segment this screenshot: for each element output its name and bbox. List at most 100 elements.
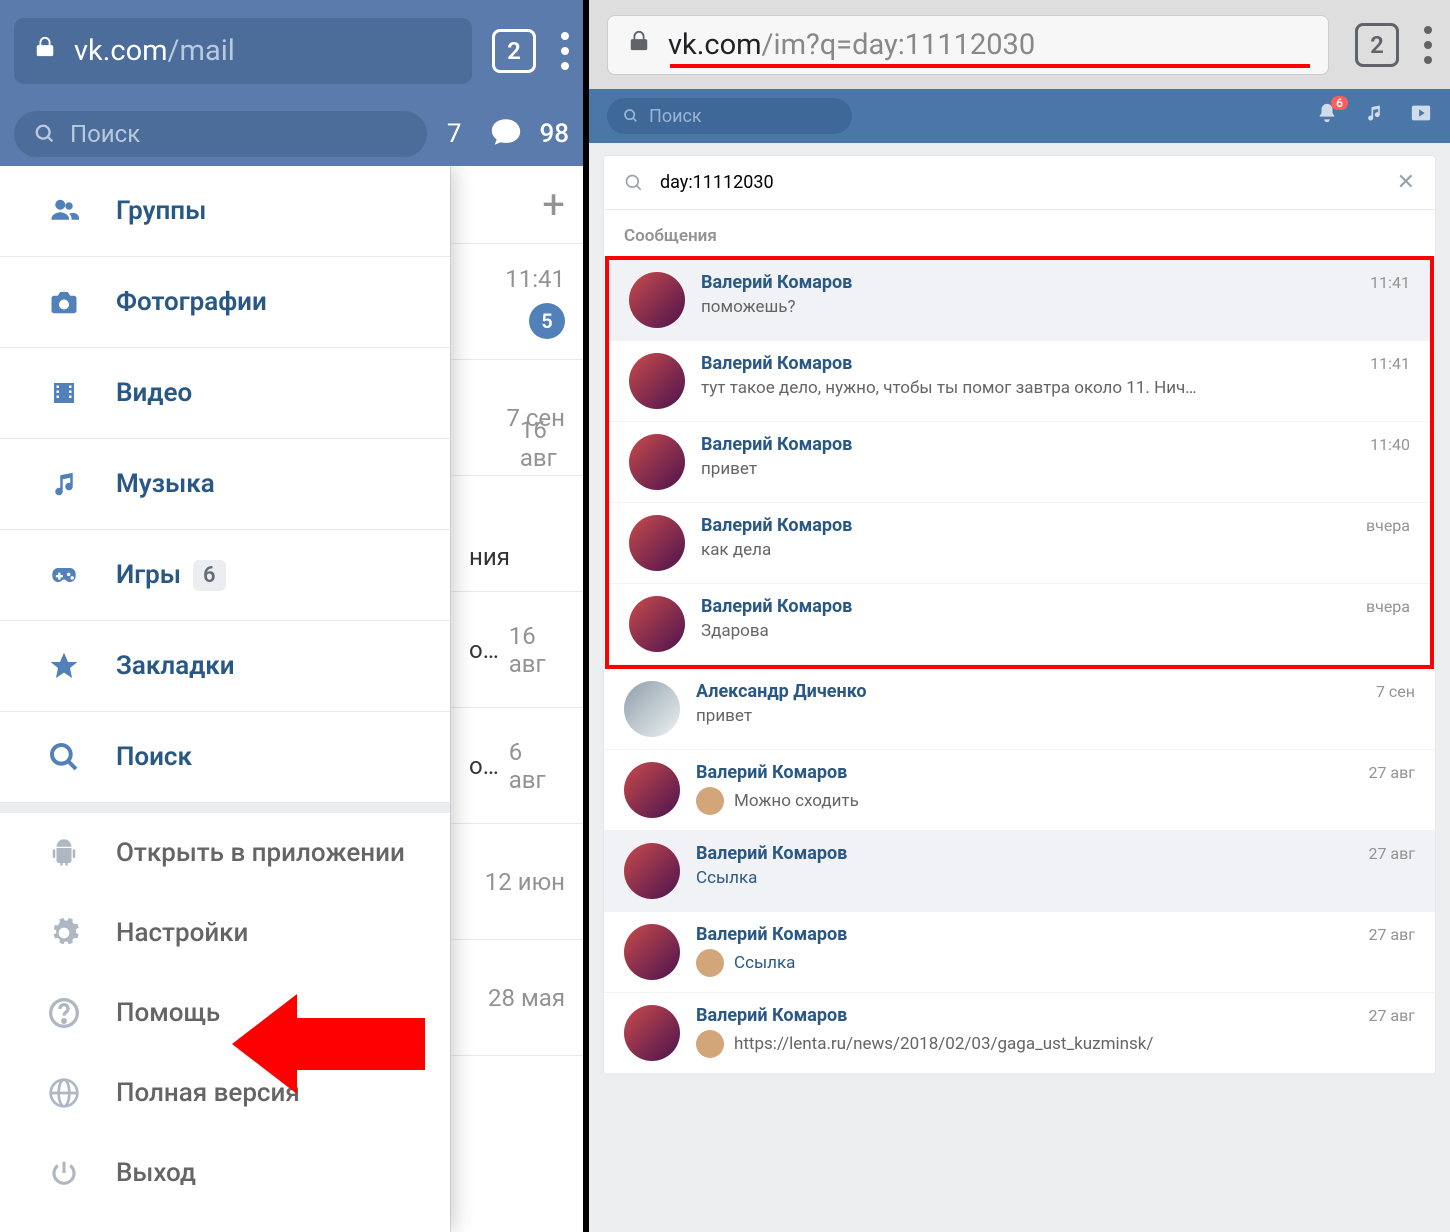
message-text: Можно сходить <box>696 787 1415 815</box>
sidebar-item-label: Музыка <box>116 469 215 499</box>
message-row[interactable]: Валерий Комаров 27 авг https://lenta.ru/ne… <box>604 993 1435 1074</box>
messages-search[interactable]: day:11112030 ✕ <box>604 156 1435 210</box>
message-row[interactable]: Валерий Комаров27 авгСсылка <box>604 912 1435 993</box>
message-row[interactable]: Валерий Комаров11:41поможешь? <box>609 260 1430 341</box>
message-row[interactable]: Валерий КомароввчераЗдарова <box>609 584 1430 665</box>
sidebar-item-label: Помощь <box>116 998 220 1028</box>
address-bar[interactable]: vk.com/mail <box>14 18 472 84</box>
avatar <box>624 924 680 980</box>
sidebar-item-groups[interactable]: Группы <box>0 166 450 257</box>
sender-name: Валерий Комаров <box>701 272 852 293</box>
music-icon[interactable] <box>1364 103 1384 129</box>
messages-count: 98 <box>539 119 569 149</box>
search-placeholder: Поиск <box>70 120 140 148</box>
star-icon <box>44 646 84 686</box>
time: 27 авг <box>1368 1006 1415 1025</box>
message-text: https://lenta.ru/news/2018/02/03/gaga_us… <box>696 1030 1415 1058</box>
messages-icon[interactable] <box>487 115 525 153</box>
message-text: привет <box>696 706 1415 726</box>
message-row[interactable]: Валерий Комаров 27 авг Можно сходить <box>604 750 1435 831</box>
time: вчера <box>1366 516 1410 535</box>
avatar <box>629 272 685 328</box>
sidebar-item-gear[interactable]: Настройки <box>0 893 450 973</box>
menu-icon[interactable] <box>1424 26 1432 64</box>
list-item[interactable]: ния 16 авг <box>451 476 583 592</box>
url-host: vk.com <box>74 34 168 68</box>
gamepad-icon <box>44 555 84 595</box>
sidebar-item-film[interactable]: Видео <box>0 348 450 439</box>
sender-name: Валерий Комаров <box>701 434 852 455</box>
avatar-mini <box>696 949 724 977</box>
avatar <box>629 515 685 571</box>
sidebar-item-power[interactable]: Выход <box>0 1133 450 1213</box>
tabs-count[interactable]: 2 <box>492 29 536 73</box>
search-input[interactable]: Поиск <box>607 98 852 134</box>
sender-name: Валерий Комаров <box>696 1005 847 1026</box>
sidebar-item-label: Видео <box>116 378 192 408</box>
play-icon[interactable] <box>1410 102 1432 130</box>
bell-icon[interactable]: 6 <box>1316 102 1338 130</box>
sidebar-item-camera[interactable]: Фотографии <box>0 257 450 348</box>
sidebar-item-android[interactable]: Открыть в приложении <box>0 813 450 893</box>
message-text: привет <box>701 459 1410 479</box>
message-row[interactable]: Валерий Комаров11:41тут такое дело, нужн… <box>609 341 1430 422</box>
list-item[interactable]: 12 июн <box>451 824 583 940</box>
menu-icon[interactable] <box>561 32 569 70</box>
sender-name: Валерий Комаров <box>701 515 852 536</box>
list-item[interactable]: о… 6 авг <box>451 708 583 824</box>
annotation-underline <box>670 64 1310 68</box>
vk-mobile-header: Поиск 7 98 <box>0 101 583 166</box>
desktop-browser-chrome: vk.com/im?q=day:11112030 2 <box>589 0 1450 89</box>
sidebar-item-music[interactable]: Музыка <box>0 439 450 530</box>
sidebar-item-label: Выход <box>116 1158 196 1188</box>
sidebar-nav: Группы Фотографии Видео Музыка Игры6 Закладки… <box>0 166 450 1232</box>
search-value: day:11112030 <box>660 172 1397 193</box>
avatar <box>629 353 685 409</box>
mobile-browser-chrome: vk.com/mail 2 <box>0 0 583 101</box>
sender-name: Валерий Комаров <box>696 762 847 783</box>
time: 27 авг <box>1368 925 1415 944</box>
time: 27 авг <box>1368 844 1415 863</box>
sender-name: Александр Диченко <box>696 681 867 702</box>
avatar <box>629 434 685 490</box>
list-item[interactable]: 28 мая <box>451 940 583 1056</box>
sidebar-item-label: Настройки <box>116 918 248 948</box>
sidebar-item-search[interactable]: Поиск <box>0 712 450 803</box>
friends-count[interactable]: 7 <box>447 119 462 149</box>
avatar <box>624 843 680 899</box>
avatar-mini <box>696 1030 724 1058</box>
message-text: поможешь? <box>701 297 1410 317</box>
message-row[interactable]: Валерий Комароввчеракак дела <box>609 503 1430 584</box>
sidebar-item-star[interactable]: Закладки <box>0 621 450 712</box>
sidebar-item-label: Поиск <box>116 742 192 772</box>
sender-name: Валерий Комаров <box>696 924 847 945</box>
time: вчера <box>1366 597 1410 616</box>
power-icon <box>44 1153 84 1193</box>
message-row[interactable]: Александр Диченко7 сенпривет <box>604 669 1435 750</box>
messages-card: day:11112030 ✕ Сообщения Валерий Комаров… <box>603 155 1436 1075</box>
sender-name: Валерий Комаров <box>701 596 852 617</box>
sidebar-item-gamepad[interactable]: Игры6 <box>0 530 450 621</box>
plus-icon[interactable]: + <box>542 181 565 228</box>
avatar <box>624 681 680 737</box>
vk-desktop-header: Поиск 6 <box>589 89 1450 143</box>
address-bar[interactable]: vk.com/im?q=day:11112030 <box>607 15 1329 75</box>
globe-icon <box>44 1073 84 1113</box>
close-icon[interactable]: ✕ <box>1397 170 1415 195</box>
gear-icon <box>44 913 84 953</box>
bell-badge: 6 <box>1331 96 1348 110</box>
search-input[interactable]: Поиск <box>14 111 427 157</box>
url-path: /mail <box>168 34 235 68</box>
list-item[interactable]: 11:41 5 <box>451 244 583 360</box>
badge: 6 <box>193 560 226 591</box>
message-text: тут такое дело, нужно, чтобы ты помог за… <box>701 378 1410 398</box>
message-row[interactable]: Валерий Комаров11:40привет <box>609 422 1430 503</box>
search-icon <box>44 737 84 777</box>
unread-badge: 5 <box>529 303 565 339</box>
message-row[interactable]: Валерий Комаров27 авгСсылка <box>604 831 1435 912</box>
sidebar-item-label: Фотографии <box>116 287 267 317</box>
sidebar-item-label: Закладки <box>116 651 235 681</box>
list-item[interactable]: о… 16 авг <box>451 592 583 708</box>
tabs-count[interactable]: 2 <box>1355 23 1399 67</box>
time: 27 авг <box>1368 763 1415 782</box>
